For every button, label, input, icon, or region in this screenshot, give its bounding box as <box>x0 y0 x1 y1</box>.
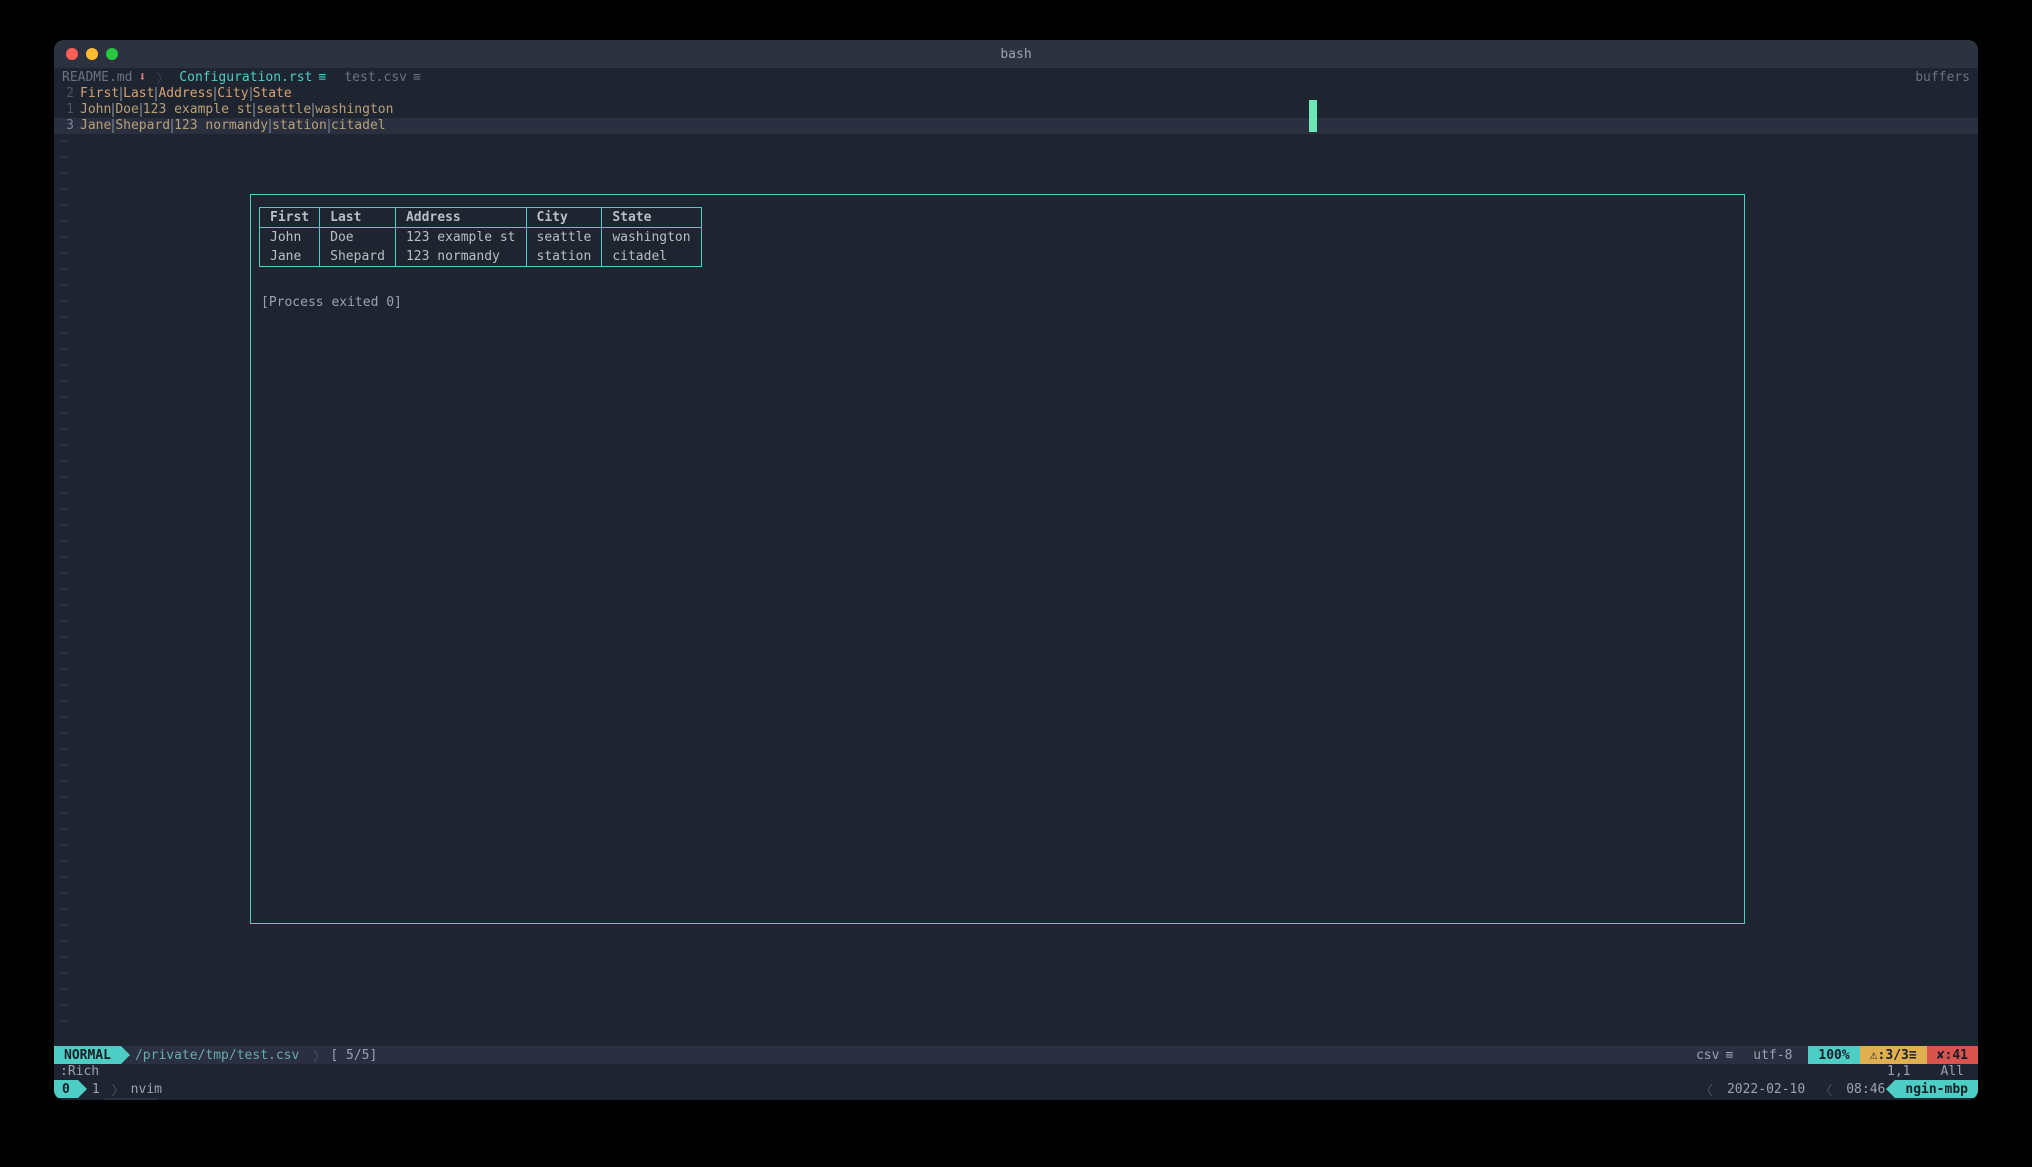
tmux-current-command: nvim <box>131 1082 162 1097</box>
table-cell: seattle <box>526 228 602 248</box>
tmux-statusline-top: 0 1 〉 nvim 〈 2022-02-10 〈 08:46 ngin-mbp <box>54 1080 1978 1098</box>
vim-mode-indicator: NORMAL <box>54 1046 121 1064</box>
editor-line: 2 FirstLastAddressCityState <box>54 86 1978 102</box>
diagnostics-warning: ⚠:3/3≡ <box>1860 1046 1927 1064</box>
empty-line-tildes: ~~~~~~~~~~ ~~~~~~~~~~ ~~~~~~~~~~ ~~~~~~~… <box>60 134 68 1030</box>
table-cell: 123 normandy <box>395 247 526 267</box>
traffic-lights <box>66 48 118 60</box>
modified-icon: ⬇ <box>138 70 146 85</box>
table-header: Last <box>320 208 396 228</box>
table-header: City <box>526 208 602 228</box>
tab-testcsv[interactable]: test.csv ≡ <box>336 70 431 85</box>
table-cell: Jane <box>260 247 320 267</box>
tab-label: test.csv <box>344 70 407 85</box>
process-exit-message: [Process exited 0] <box>261 295 1736 310</box>
line-number: 1 <box>54 102 80 118</box>
line-number: 3 <box>54 118 80 134</box>
table-row: Jane Shepard 123 normandy station citade… <box>260 247 702 267</box>
separator-icon: 〉 <box>313 1046 326 1065</box>
editor-line-current: 3 JaneShepard123 normandystationcitadel <box>54 118 1978 134</box>
table-cell: Shepard <box>320 247 396 267</box>
filetype-indicator: csv ≡ <box>1686 1046 1743 1064</box>
table-cell: Doe <box>320 228 396 248</box>
tmux-statusline-bottom: bash bash <box>54 1098 1978 1100</box>
csv-preview-table: First Last Address City State John Doe 1… <box>259 207 702 267</box>
command-line[interactable]: :Rich 1,1 All <box>54 1064 1978 1080</box>
minimize-icon[interactable] <box>86 48 98 60</box>
separator-icon: 〉 <box>106 1080 131 1099</box>
window-title: bash <box>1000 47 1031 62</box>
table-header: State <box>602 208 701 228</box>
table-cell: 123 example st <box>395 228 526 248</box>
tmux-hostname: ngin-mbp <box>1895 1080 1978 1098</box>
scroll-percent: 100% <box>1808 1046 1859 1064</box>
filetype-icon: ≡ <box>1725 1048 1733 1063</box>
table-cell: station <box>526 247 602 267</box>
filetype-icon: ≡ <box>413 70 423 85</box>
tmux-pane-shell[interactable]: bash <box>105 1098 156 1100</box>
editor-line: 1 JohnDoe123 example stseattlewashington <box>54 102 1978 118</box>
file-path: /private/tmp/test.csv <box>121 1048 313 1063</box>
tab-readme[interactable]: README.md ⬇ <box>54 70 154 85</box>
diagnostics-error: ✘:41 <box>1927 1046 1978 1064</box>
table-header-row: First Last Address City State <box>260 208 702 228</box>
tab-separator-icon: 〉 <box>154 68 171 87</box>
separator-icon: 〈 <box>1815 1080 1836 1099</box>
line-content: JaneShepard123 normandystationcitadel <box>80 118 386 134</box>
search-count: [ 5/5] <box>326 1048 381 1063</box>
table-cell: citadel <box>602 247 701 267</box>
tab-configuration[interactable]: Configuration.rst ≡ <box>171 70 336 85</box>
cursor-icon <box>1309 100 1317 132</box>
terminal-window: bash README.md ⬇ 〉 Configuration.rst ≡ t… <box>54 40 1978 1100</box>
line-number: 2 <box>54 86 80 102</box>
table-row: John Doe 123 example st seattle washingt… <box>260 228 702 248</box>
tabline-right-label: buffers <box>1915 70 1978 85</box>
buffer-tabline: README.md ⬇ 〉 Configuration.rst ≡ test.c… <box>54 68 1978 86</box>
cursor-position: 1,1 <box>1887 1064 1910 1080</box>
statusline: NORMAL /private/tmp/test.csv 〉 [ 5/5] cs… <box>54 1046 1978 1064</box>
separator-icon: 〈 <box>1696 1080 1717 1099</box>
close-icon[interactable] <box>66 48 78 60</box>
table-header: First <box>260 208 320 228</box>
maximize-icon[interactable] <box>106 48 118 60</box>
tmux-window-index[interactable]: 0 <box>54 1080 78 1098</box>
table-cell: John <box>260 228 320 248</box>
statusline-right: csv ≡ utf-8 100% ⚠:3/3≡ ✘:41 <box>1686 1046 1978 1064</box>
encoding-indicator: utf-8 <box>1743 1046 1808 1064</box>
tmux-date: 2022-02-10 <box>1717 1082 1815 1097</box>
editor-pane[interactable]: 2 FirstLastAddressCityState 1 JohnDoe123… <box>54 86 1978 1046</box>
table-cell: washington <box>602 228 701 248</box>
tab-label: Configuration.rst <box>179 70 312 85</box>
titlebar[interactable]: bash <box>54 40 1978 68</box>
scroll-indicator: All <box>1941 1064 1964 1080</box>
command-text: :Rich <box>60 1064 99 1080</box>
line-content: JohnDoe123 example stseattlewashington <box>80 102 393 118</box>
filetype-icon: ≡ <box>318 70 328 85</box>
table-header: Address <box>395 208 526 228</box>
floating-terminal-window[interactable]: First Last Address City State John Doe 1… <box>250 194 1745 924</box>
tmux-pane-shell[interactable]: bash <box>54 1099 95 1101</box>
tab-label: README.md <box>62 70 132 85</box>
line-content: FirstLastAddressCityState <box>80 86 292 102</box>
